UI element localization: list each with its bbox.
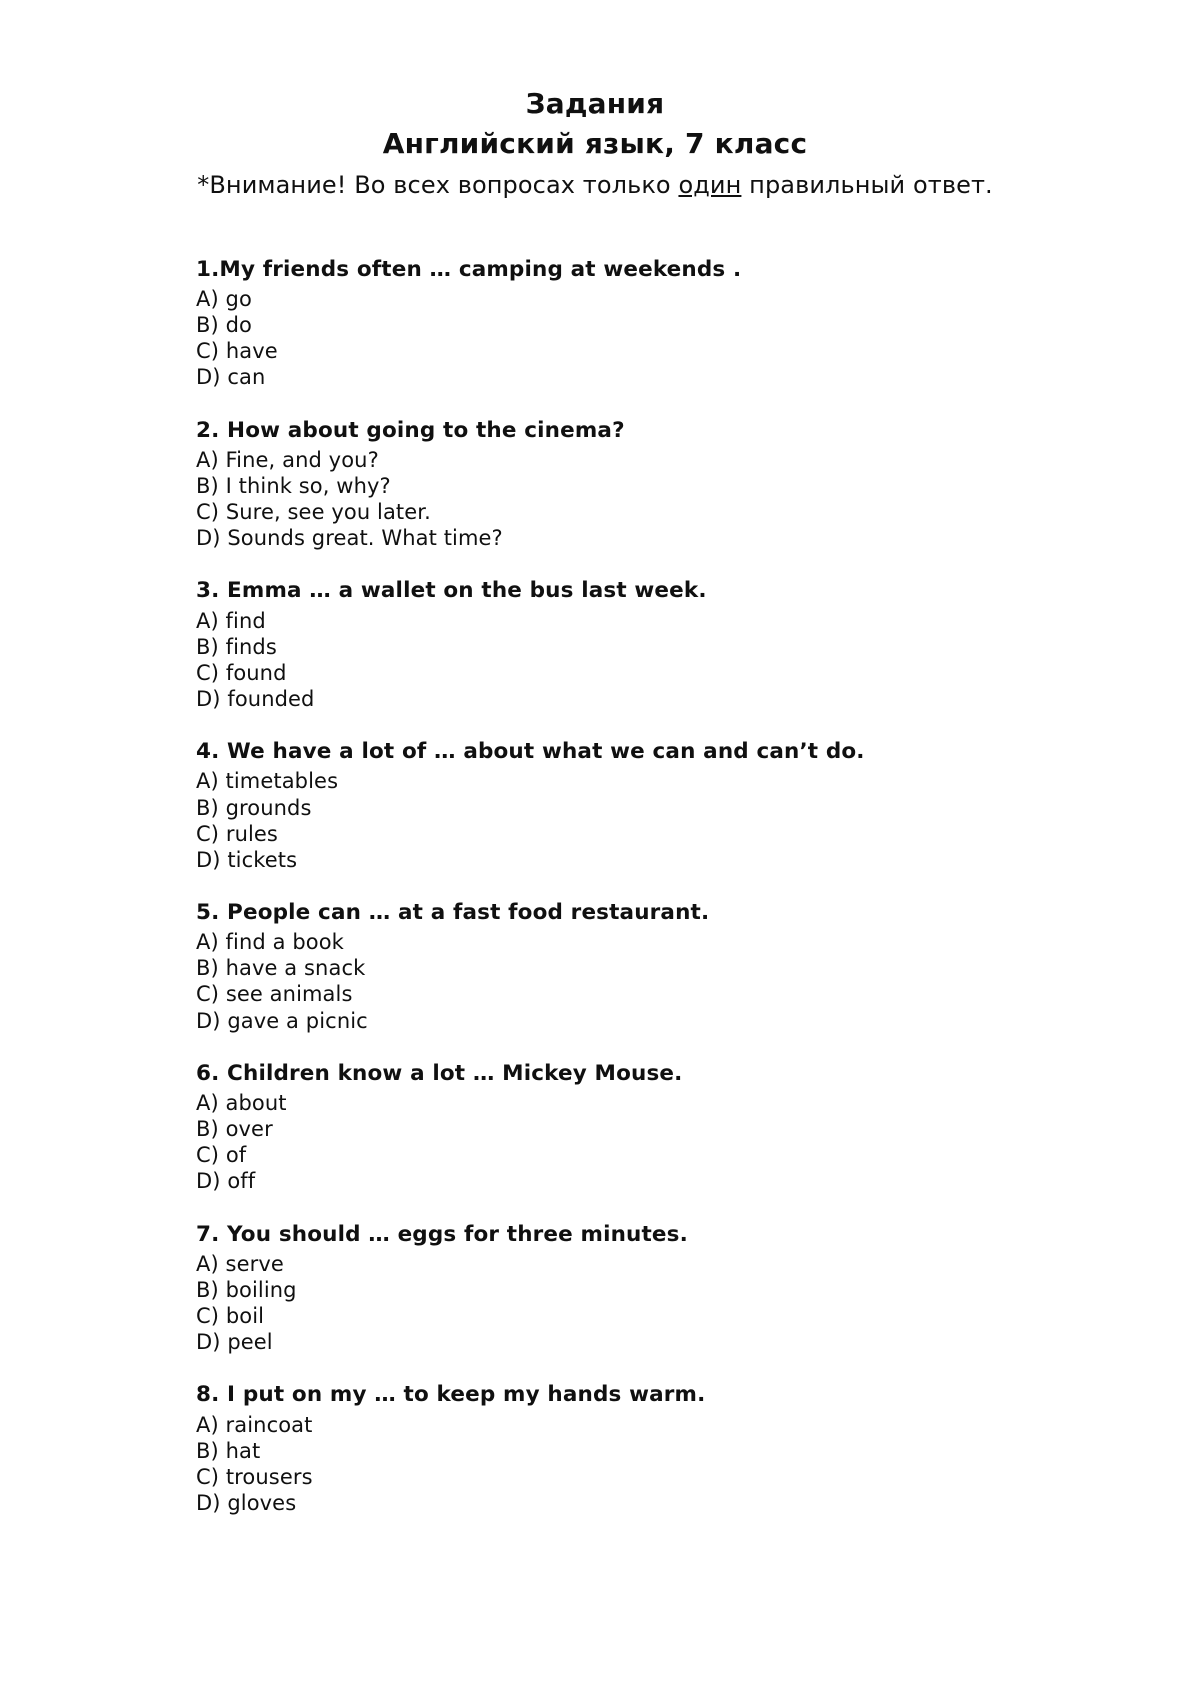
question-7-option-a[interactable]: A) serve — [196, 1251, 1130, 1277]
question-8-option-a[interactable]: A) raincoat — [196, 1412, 1130, 1438]
question-item-7: 7. You should … eggs for three minutes. … — [196, 1222, 1130, 1356]
question-stem-1: 1.My friends often … camping at weekends… — [196, 256, 742, 282]
question-stem-7: 7. You should … eggs for three minutes. — [196, 1221, 688, 1247]
notice-emphasis-text: один — [678, 170, 742, 199]
question-item-1: 1.My friends often … camping at weekends… — [196, 257, 1130, 391]
question-item-4: 4. We have a lot of … about what we can … — [196, 739, 1130, 873]
question-6-option-c[interactable]: C) of — [196, 1142, 1130, 1168]
question-2-option-a[interactable]: A) Fine, and you? — [196, 447, 1130, 473]
question-5-option-c[interactable]: C) see animals — [196, 981, 1130, 1007]
question-8-option-b[interactable]: B) hat — [196, 1438, 1130, 1464]
question-stem-8: 8. I put on my … to keep my hands warm. — [196, 1382, 706, 1408]
question-8-option-d[interactable]: D) gloves — [196, 1490, 1130, 1516]
page-title: Задания — [525, 87, 665, 120]
question-2-option-d[interactable]: D) Sounds great. What time? — [196, 525, 1130, 551]
question-8-option-c[interactable]: C) trousers — [196, 1464, 1130, 1490]
question-6-option-a[interactable]: A) about — [196, 1090, 1130, 1116]
question-7-option-b[interactable]: B) boiling — [196, 1277, 1130, 1303]
question-item-8: 8. I put on my … to keep my hands warm. … — [196, 1382, 1130, 1516]
question-7-option-d[interactable]: D) peel — [196, 1329, 1130, 1355]
question-4-option-b[interactable]: B) grounds — [196, 795, 1130, 821]
question-1-option-b[interactable]: B) do — [196, 312, 1130, 338]
question-2-option-c[interactable]: C) Sure, see you later. — [196, 499, 1130, 525]
question-stem-5: 5. People can … at a fast food restauran… — [196, 899, 710, 925]
question-3-option-d[interactable]: D) founded — [196, 686, 1130, 712]
questions-list: 1.My friends often … camping at weekends… — [0, 257, 1190, 1516]
question-6-option-b[interactable]: B) over — [196, 1116, 1130, 1142]
question-item-6: 6. Children know a lot … Mickey Mouse. A… — [196, 1061, 1130, 1195]
notice-prefix-text: *Внимание! Во всех вопросах только — [197, 170, 679, 199]
question-4-option-d[interactable]: D) tickets — [196, 847, 1130, 873]
question-5-option-b[interactable]: B) have a snack — [196, 955, 1130, 981]
question-3-option-a[interactable]: A) find — [196, 608, 1130, 634]
question-stem-3: 3. Emma … a wallet on the bus last week. — [196, 578, 707, 604]
question-5-option-a[interactable]: A) find a book — [196, 929, 1130, 955]
question-4-option-c[interactable]: C) rules — [196, 821, 1130, 847]
question-item-2: 2. How about going to the cinema? A) Fin… — [196, 418, 1130, 552]
question-item-5: 5. People can … at a fast food restauran… — [196, 900, 1130, 1034]
document-page: Задания Английский язык, 7 класс *Вниман… — [0, 0, 1190, 1684]
question-7-option-c[interactable]: C) boil — [196, 1303, 1130, 1329]
question-2-option-b[interactable]: B) I think so, why? — [196, 473, 1130, 499]
question-item-3: 3. Emma … a wallet on the bus last week.… — [196, 578, 1130, 712]
page-subtitle: Английский язык, 7 класс — [382, 126, 808, 160]
question-stem-6: 6. Children know a lot … Mickey Mouse. — [196, 1060, 683, 1086]
document-header: Задания Английский язык, 7 класс *Вниман… — [0, 0, 1190, 201]
question-3-option-b[interactable]: B) finds — [196, 634, 1130, 660]
question-6-option-d[interactable]: D) off — [196, 1168, 1130, 1194]
question-1-option-c[interactable]: C) have — [196, 338, 1130, 364]
question-4-option-a[interactable]: A) timetables — [196, 768, 1130, 794]
question-3-option-c[interactable]: C) found — [196, 660, 1130, 686]
question-1-option-d[interactable]: D) can — [196, 364, 1130, 390]
question-stem-2: 2. How about going to the cinema? — [196, 417, 625, 443]
question-5-option-d[interactable]: D) gave a picnic — [196, 1008, 1130, 1034]
question-stem-4: 4. We have a lot of … about what we can … — [196, 739, 865, 765]
attention-notice: *Внимание! Во всех вопросах только один … — [0, 170, 1190, 201]
question-1-option-a[interactable]: A) go — [196, 286, 1130, 312]
notice-suffix-text: правильный ответ. — [741, 170, 993, 199]
